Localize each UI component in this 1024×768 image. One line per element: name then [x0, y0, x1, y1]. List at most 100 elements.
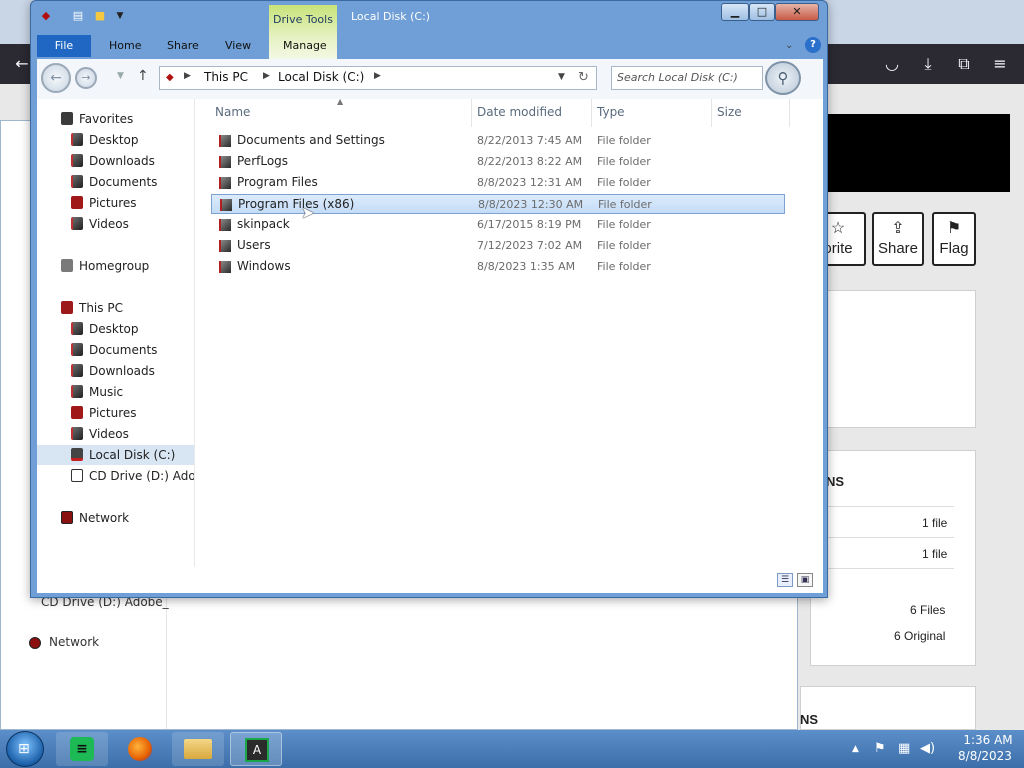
maximize-button[interactable]: □: [749, 3, 775, 21]
breadcrumb-this-pc[interactable]: This PC: [204, 70, 248, 84]
nav-homegroup[interactable]: Homegroup: [61, 256, 149, 276]
navigation-pane[interactable]: Favorites Desktop Downloads Documents Pi…: [37, 99, 195, 567]
clock-time[interactable]: 1:36 AM: [958, 733, 1018, 747]
browser-back-icon[interactable]: ←: [12, 54, 32, 74]
nav-favorites-desktop[interactable]: Desktop: [71, 130, 139, 150]
star-icon: [61, 112, 73, 125]
nav-label: Videos: [89, 217, 129, 231]
taskbar-spotify[interactable]: ≡: [56, 732, 108, 766]
nav-pc-downloads[interactable]: Downloads: [71, 361, 155, 381]
nav-favorites-documents[interactable]: Documents: [71, 172, 157, 192]
recent-locations-icon[interactable]: ▼: [117, 71, 124, 81]
nav-pc-videos[interactable]: Videos: [71, 424, 129, 444]
refresh-icon[interactable]: ↻: [578, 70, 589, 85]
breadcrumb-local-disk[interactable]: Local Disk (C:): [278, 70, 364, 84]
extensions-icon[interactable]: ⧉: [954, 54, 974, 74]
background-network-item[interactable]: Network: [49, 635, 99, 649]
file-date: 8/8/2023 12:31 AM: [477, 176, 583, 189]
nav-label: Downloads: [89, 154, 155, 168]
chevron-right-icon[interactable]: ▶: [184, 71, 191, 81]
nav-pc-local-disk[interactable]: Local Disk (C:): [71, 445, 175, 465]
chevron-right-icon[interactable]: ▶: [263, 71, 270, 81]
taskbar-acrobat[interactable]: A: [230, 732, 282, 766]
nav-pc-desktop[interactable]: Desktop: [71, 319, 139, 339]
file-row[interactable]: Program Files 8/8/2023 12:31 AM File fol…: [211, 173, 785, 193]
download-icon[interactable]: ⤓: [918, 54, 938, 74]
status-bar: ☰ ▣: [37, 567, 823, 593]
action-center-flag-icon[interactable]: ⚑: [874, 741, 886, 756]
original-count: 6 Original: [894, 629, 946, 643]
forward-button[interactable]: →: [75, 67, 97, 89]
large-icons-view-icon[interactable]: ▣: [797, 573, 813, 587]
taskbar-file-explorer[interactable]: [172, 732, 224, 766]
close-button[interactable]: ✕: [775, 3, 819, 21]
file-row[interactable]: Documents and Settings 8/22/2013 7:45 AM…: [211, 131, 785, 151]
file-name: Windows: [237, 259, 291, 273]
minimize-button[interactable]: ▁: [721, 3, 749, 21]
properties-icon[interactable]: ▤: [71, 9, 85, 23]
file-row[interactable]: skinpack 6/17/2015 8:19 PM File folder: [211, 215, 785, 235]
volume-icon[interactable]: ◀): [920, 741, 935, 756]
network-tray-icon[interactable]: ▦: [898, 741, 910, 756]
file-row-selected[interactable]: Program Files (x86) 8/8/2023 12:30 AM Fi…: [211, 194, 785, 214]
address-bar[interactable]: ◆ ▶ This PC ▶ Local Disk (C:) ▶ ▼ ↻: [159, 66, 597, 90]
file-count: 6 Files: [910, 603, 946, 617]
file-row[interactable]: PerfLogs 8/22/2013 8:22 AM File folder: [211, 152, 785, 172]
new-folder-icon[interactable]: ■: [93, 9, 107, 23]
search-icon[interactable]: ⚲: [765, 61, 801, 95]
column-divider[interactable]: [591, 99, 592, 127]
details-view-icon[interactable]: ☰: [777, 573, 793, 587]
nav-pc-music[interactable]: Music: [71, 382, 124, 402]
chevron-down-icon[interactable]: ⌄: [785, 35, 793, 57]
nav-pc-cd-drive[interactable]: CD Drive (D:) Adobe_: [71, 466, 194, 486]
tab-file[interactable]: File: [37, 35, 91, 57]
file-row[interactable]: Windows 8/8/2023 1:35 AM File folder: [211, 257, 785, 277]
section-heading: NS: [800, 712, 819, 727]
hamburger-menu-icon[interactable]: ≡: [990, 54, 1010, 74]
show-hidden-icons-icon[interactable]: ▲: [852, 744, 859, 754]
nav-label: Music: [89, 385, 124, 399]
explorer-body: Favorites Desktop Downloads Documents Pi…: [37, 97, 823, 593]
help-icon[interactable]: ?: [805, 37, 821, 53]
column-divider[interactable]: [711, 99, 712, 127]
nav-favorites-pictures[interactable]: Pictures: [71, 193, 137, 213]
column-header-name[interactable]: Name: [215, 105, 250, 119]
tab-home[interactable]: Home: [109, 35, 141, 57]
downloads-icon: [71, 364, 83, 377]
start-button[interactable]: ⊞: [6, 731, 44, 767]
file-list[interactable]: ▲ Name Date modified Type Size Documents…: [211, 97, 823, 567]
nav-this-pc[interactable]: This PC: [61, 298, 123, 318]
share-button[interactable]: ⇪ Share: [872, 212, 924, 266]
tab-view[interactable]: View: [225, 35, 251, 57]
clock-date[interactable]: 8/8/2023: [952, 749, 1018, 763]
column-header-size[interactable]: Size: [717, 105, 742, 119]
up-button[interactable]: ↑: [137, 68, 149, 84]
nav-label: Pictures: [89, 196, 137, 210]
column-divider[interactable]: [789, 99, 790, 127]
folder-icon: [219, 261, 231, 273]
file-date: 8/22/2013 7:45 AM: [477, 134, 583, 147]
pocket-icon[interactable]: ◡: [882, 54, 902, 74]
title-bar[interactable]: ◆ ▤ ■ ▼ Drive Tools Local Disk (C:) ▁ □ …: [31, 1, 827, 61]
chevron-down-icon[interactable]: ▼: [113, 9, 127, 23]
nav-pc-pictures[interactable]: Pictures: [71, 403, 137, 423]
chevron-right-icon[interactable]: ▶: [374, 71, 381, 81]
column-header-type[interactable]: Type: [597, 105, 625, 119]
column-header-date[interactable]: Date modified: [477, 105, 562, 119]
tab-share[interactable]: Share: [167, 35, 199, 57]
nav-favorites[interactable]: Favorites: [61, 109, 133, 129]
nav-label: This PC: [79, 301, 123, 315]
flag-button[interactable]: ⚑ Flag: [932, 212, 976, 266]
file-row[interactable]: Users 7/12/2023 7:02 AM File folder: [211, 236, 785, 256]
tab-manage[interactable]: Manage: [283, 35, 327, 57]
taskbar-firefox[interactable]: [114, 732, 166, 766]
search-input[interactable]: Search Local Disk (C:): [611, 66, 763, 90]
nav-favorites-videos[interactable]: Videos: [71, 214, 129, 234]
column-divider[interactable]: [471, 99, 472, 127]
back-button[interactable]: ←: [41, 63, 71, 93]
drive-app-icon[interactable]: ◆: [39, 9, 53, 23]
nav-favorites-downloads[interactable]: Downloads: [71, 151, 155, 171]
chevron-down-icon[interactable]: ▼: [558, 72, 565, 82]
nav-network[interactable]: Network: [61, 508, 129, 528]
nav-pc-documents[interactable]: Documents: [71, 340, 157, 360]
